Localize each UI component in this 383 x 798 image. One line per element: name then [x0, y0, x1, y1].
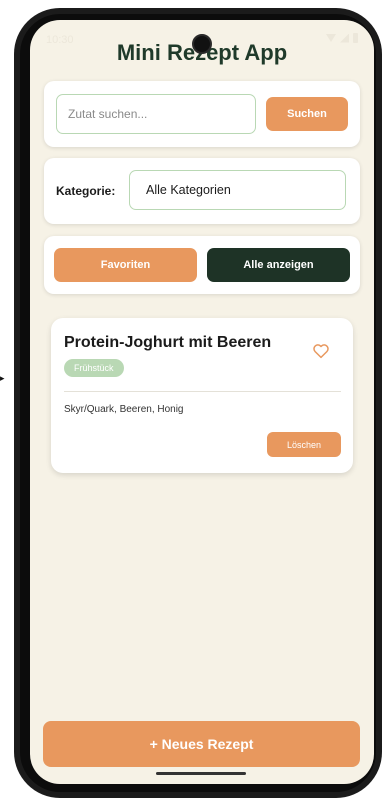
home-indicator[interactable]: [156, 772, 246, 775]
category-card: Kategorie: Alle Kategorien: [44, 158, 360, 224]
arrow-icon: ▸: [0, 373, 5, 383]
search-card: Suchen: [44, 81, 360, 147]
filter-card: Favoriten Alle anzeigen: [44, 236, 360, 294]
show-all-button[interactable]: Alle anzeigen: [207, 248, 350, 282]
stage: ▸ 10:30 Mini Rezept App Suchen Kategorie…: [0, 0, 383, 798]
favorites-button[interactable]: Favoriten: [54, 248, 197, 282]
category-label: Kategorie:: [56, 184, 116, 198]
recipe-ingredients: Skyr/Quark, Beeren, Honig: [64, 404, 184, 415]
camera-icon: [192, 34, 212, 54]
search-button[interactable]: Suchen: [266, 97, 348, 131]
divider: [64, 391, 341, 392]
delete-button[interactable]: Löschen: [267, 432, 341, 457]
search-input[interactable]: [56, 94, 256, 134]
category-badge: Frühstück: [64, 359, 124, 377]
recipe-title: Protein-Joghurt mit Beeren: [64, 334, 272, 351]
recipe-card: Protein-Joghurt mit Beeren Frühstück Sky…: [51, 318, 353, 473]
category-select[interactable]: Alle Kategorien: [129, 170, 346, 210]
heart-outline-icon[interactable]: [312, 342, 330, 360]
app-screen: 10:30 Mini Rezept App Suchen Kategorie: …: [30, 20, 374, 784]
new-recipe-button[interactable]: + Neues Rezept: [43, 721, 360, 767]
